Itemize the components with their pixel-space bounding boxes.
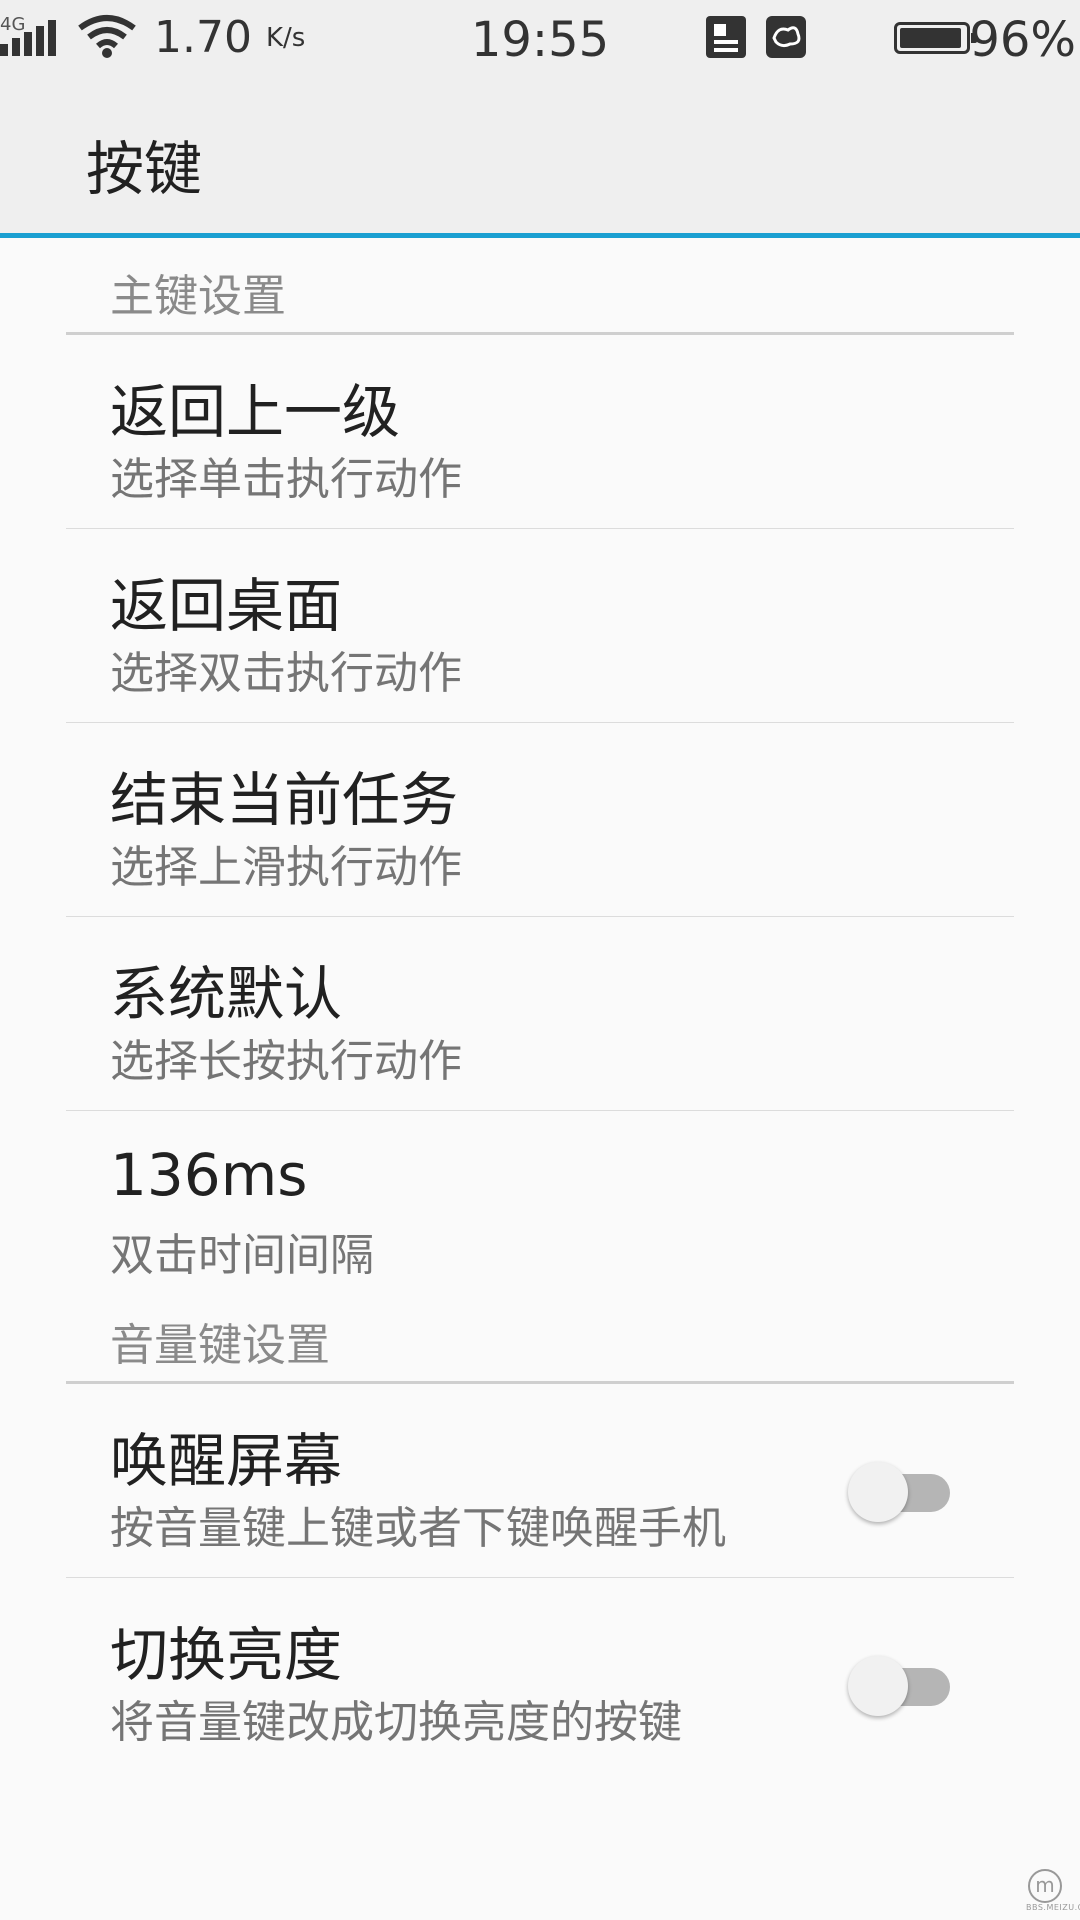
setting-item-double-tap[interactable]: 返回桌面 选择双击执行动作 bbox=[66, 529, 1014, 723]
setting-subtitle: 双击时间间隔 bbox=[110, 1230, 374, 1281]
section-header-label: 主键设置 bbox=[110, 271, 286, 322]
forum-watermark: m BBS.MEIZU.CN bbox=[1026, 1869, 1080, 1912]
switch-brightness-toggle[interactable] bbox=[848, 1656, 952, 1716]
setting-subtitle: 选择单击执行动作 bbox=[110, 454, 462, 505]
setting-title: 系统默认 bbox=[110, 960, 343, 1028]
settings-list: 主键设置 返回上一级 选择单击执行动作 返回桌面 选择双击执行动作 结束当前任务… bbox=[0, 238, 1080, 1771]
setting-subtitle: 选择上滑执行动作 bbox=[110, 842, 462, 893]
news-notification-icon bbox=[706, 16, 746, 58]
setting-subtitle: 选择长按执行动作 bbox=[110, 1036, 462, 1087]
setting-subtitle: 选择双击执行动作 bbox=[110, 648, 462, 699]
setting-subtitle: 将音量键改成切换亮度的按键 bbox=[110, 1697, 682, 1748]
setting-item-wake-screen[interactable]: 唤醒屏幕 按音量键上键或者下键唤醒手机 bbox=[66, 1384, 1014, 1578]
meizu-logo-icon: m bbox=[1028, 1869, 1062, 1903]
app-notification-icon bbox=[766, 16, 806, 58]
watermark-text: BBS.MEIZU.CN bbox=[1026, 1903, 1080, 1912]
setting-item-double-tap-interval[interactable]: 136ms 双击时间间隔 bbox=[66, 1111, 1014, 1287]
setting-item-switch-brightness[interactable]: 切换亮度 将音量键改成切换亮度的按键 bbox=[66, 1578, 1014, 1771]
setting-subtitle: 按音量键上键或者下键唤醒手机 bbox=[110, 1503, 726, 1554]
status-bar: 4G 1.70 K/s 19:55 96% bbox=[0, 0, 1080, 78]
setting-item-long-press[interactable]: 系统默认 选择长按执行动作 bbox=[66, 917, 1014, 1111]
setting-title: 切换亮度 bbox=[110, 1621, 343, 1689]
battery-level-fill bbox=[900, 28, 961, 48]
setting-item-swipe-up[interactable]: 结束当前任务 选择上滑执行动作 bbox=[66, 723, 1014, 917]
setting-title: 返回桌面 bbox=[110, 572, 343, 640]
setting-title: 结束当前任务 bbox=[110, 766, 459, 834]
setting-title: 136ms bbox=[110, 1141, 308, 1209]
wake-screen-toggle[interactable] bbox=[848, 1462, 952, 1522]
section-header-volume-key: 音量键设置 bbox=[66, 1287, 1014, 1384]
page-title: 按键 bbox=[86, 135, 203, 203]
setting-title: 唤醒屏幕 bbox=[110, 1427, 343, 1495]
app-bar: 按键 bbox=[0, 78, 1080, 238]
section-header-label: 音量键设置 bbox=[110, 1320, 330, 1371]
setting-item-single-tap[interactable]: 返回上一级 选择单击执行动作 bbox=[66, 335, 1014, 529]
setting-title: 返回上一级 bbox=[110, 378, 401, 446]
section-header-main-key: 主键设置 bbox=[66, 238, 1014, 335]
battery-percentage: 96% bbox=[969, 12, 1076, 68]
battery-icon bbox=[894, 22, 977, 54]
